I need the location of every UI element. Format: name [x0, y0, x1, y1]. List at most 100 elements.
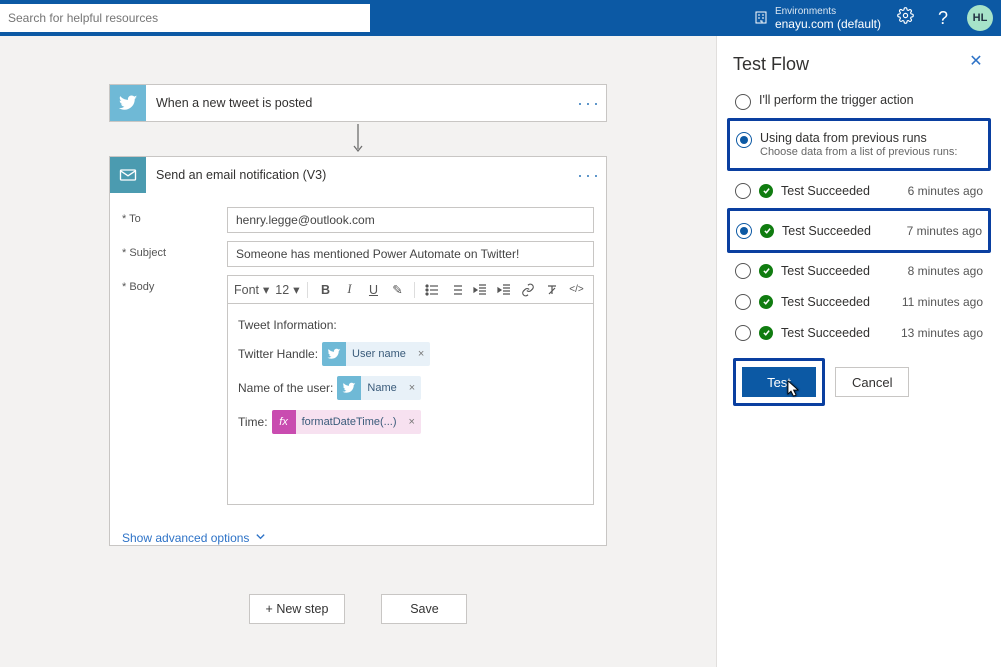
- body-label: Body: [122, 275, 227, 293]
- test-button[interactable]: Test: [742, 367, 816, 397]
- to-label: To: [122, 207, 227, 225]
- body-text: Name of the user:: [238, 381, 333, 395]
- cancel-button[interactable]: Cancel: [835, 367, 909, 397]
- run-label: Test Succeeded: [781, 326, 893, 340]
- env-value: enayu.com (default): [775, 18, 881, 30]
- highlight-box: Test Succeeded 7 minutes ago: [727, 208, 991, 253]
- search-input[interactable]: [0, 4, 370, 32]
- success-icon: [759, 326, 773, 340]
- success-icon: [759, 184, 773, 198]
- clear-format-button[interactable]: [543, 281, 561, 299]
- bulleted-list-button[interactable]: [423, 281, 441, 299]
- twitter-icon: [337, 376, 361, 400]
- trigger-card[interactable]: When a new tweet is posted ···: [109, 84, 607, 122]
- chevron-down-icon: [255, 531, 266, 545]
- token-remove[interactable]: ×: [403, 416, 421, 428]
- top-bar: Environments enayu.com (default) ? HL: [0, 0, 1001, 36]
- trigger-menu[interactable]: ···: [572, 85, 606, 121]
- run-time: 6 minutes ago: [908, 184, 983, 198]
- test-flow-panel: Test Flow ✕ I'll perform the trigger act…: [716, 36, 1001, 667]
- run-row[interactable]: Test Succeeded 7 minutes ago: [734, 215, 984, 246]
- highlight-box: Test: [733, 358, 825, 406]
- env-label: Environments: [775, 6, 881, 18]
- success-icon: [759, 264, 773, 278]
- action-menu[interactable]: ···: [572, 157, 606, 193]
- run-row[interactable]: Test Succeeded 11 minutes ago: [733, 286, 985, 317]
- gear-icon: [897, 7, 914, 29]
- body-line: Tweet Information:: [238, 318, 583, 332]
- caret-down-icon: ▾: [263, 282, 269, 297]
- radio-icon: [735, 294, 751, 310]
- run-time: 11 minutes ago: [902, 295, 983, 309]
- pencil-icon: ✎: [392, 282, 402, 297]
- close-button[interactable]: ✕: [965, 50, 987, 72]
- run-label: Test Succeeded: [781, 184, 900, 198]
- action-title: Send an email notification (V3): [146, 168, 572, 182]
- subject-label: Subject: [122, 241, 227, 259]
- dynamic-token-name[interactable]: Name ×: [337, 376, 421, 400]
- body-editor[interactable]: Tweet Information: Twitter Handle: User …: [227, 303, 594, 505]
- run-time: 7 minutes ago: [907, 224, 982, 238]
- run-time: 8 minutes ago: [908, 264, 983, 278]
- fx-icon: fx: [272, 410, 296, 434]
- run-label: Test Succeeded: [781, 295, 894, 309]
- radio-icon: [735, 325, 751, 341]
- dynamic-token-username[interactable]: User name ×: [322, 342, 430, 366]
- body-text: Time:: [238, 415, 268, 429]
- twitter-icon: [322, 342, 346, 366]
- size-select[interactable]: 12▾: [275, 282, 299, 297]
- body-text: Twitter Handle:: [238, 347, 318, 361]
- outdent-button[interactable]: [471, 281, 489, 299]
- radio-icon: [735, 263, 751, 279]
- environment-picker[interactable]: Environments enayu.com (default): [753, 6, 881, 30]
- token-remove[interactable]: ×: [412, 348, 430, 360]
- connector-arrow: [109, 122, 607, 156]
- code-view-button[interactable]: </>: [567, 281, 585, 299]
- run-row[interactable]: Test Succeeded 6 minutes ago: [733, 175, 985, 206]
- new-step-button[interactable]: + New step: [249, 594, 346, 624]
- numbered-list-button[interactable]: [447, 281, 465, 299]
- highlight-box: Using data from previous runs Choose dat…: [727, 118, 991, 171]
- run-time: 13 minutes ago: [901, 326, 983, 340]
- radio-option-manual[interactable]: I'll perform the trigger action: [733, 87, 985, 116]
- run-row[interactable]: Test Succeeded8 minutes ago: [733, 255, 985, 286]
- twitter-icon: [110, 85, 146, 121]
- success-icon: [760, 224, 774, 238]
- run-list: Test Succeeded6 minutes agoTest Succeede…: [733, 175, 985, 348]
- save-button[interactable]: Save: [381, 594, 467, 624]
- color-button[interactable]: ✎: [388, 281, 406, 299]
- action-header[interactable]: Send an email notification (V3) ···: [110, 157, 606, 193]
- show-advanced-options[interactable]: Show advanced options: [110, 519, 606, 545]
- to-input[interactable]: [227, 207, 594, 233]
- panel-title: Test Flow: [733, 54, 985, 75]
- subject-input[interactable]: [227, 241, 594, 267]
- help-button[interactable]: ?: [929, 4, 957, 32]
- trigger-title: When a new tweet is posted: [146, 96, 572, 110]
- ellipsis-icon: ···: [577, 93, 601, 114]
- ellipsis-icon: ···: [577, 165, 601, 186]
- mail-icon: [110, 157, 146, 193]
- help-icon: ?: [938, 8, 948, 29]
- settings-button[interactable]: [891, 4, 919, 32]
- building-icon: [753, 9, 769, 28]
- radio-option-previous[interactable]: Using data from previous runs Choose dat…: [734, 125, 984, 164]
- rte-toolbar: Font▾ 12▾ B I U ✎: [227, 275, 594, 303]
- indent-button[interactable]: [495, 281, 513, 299]
- radio-icon: [735, 94, 751, 110]
- avatar[interactable]: HL: [967, 5, 993, 31]
- run-row[interactable]: Test Succeeded 13 minutes ago: [733, 317, 985, 348]
- radio-icon: [736, 132, 752, 148]
- success-icon: [759, 295, 773, 309]
- link-button[interactable]: [519, 281, 537, 299]
- font-select[interactable]: Font▾: [234, 282, 269, 297]
- run-label: Test Succeeded: [782, 224, 899, 238]
- italic-button[interactable]: I: [340, 281, 358, 299]
- bold-button[interactable]: B: [316, 281, 334, 299]
- radio-icon: [736, 223, 752, 239]
- expression-token[interactable]: fx formatDateTime(...) ×: [272, 410, 421, 434]
- designer-canvas: When a new tweet is posted ··· Send an e…: [0, 36, 716, 667]
- close-icon: ✕: [969, 51, 982, 71]
- token-remove[interactable]: ×: [403, 382, 421, 394]
- caret-down-icon: ▾: [293, 282, 299, 297]
- underline-button[interactable]: U: [364, 281, 382, 299]
